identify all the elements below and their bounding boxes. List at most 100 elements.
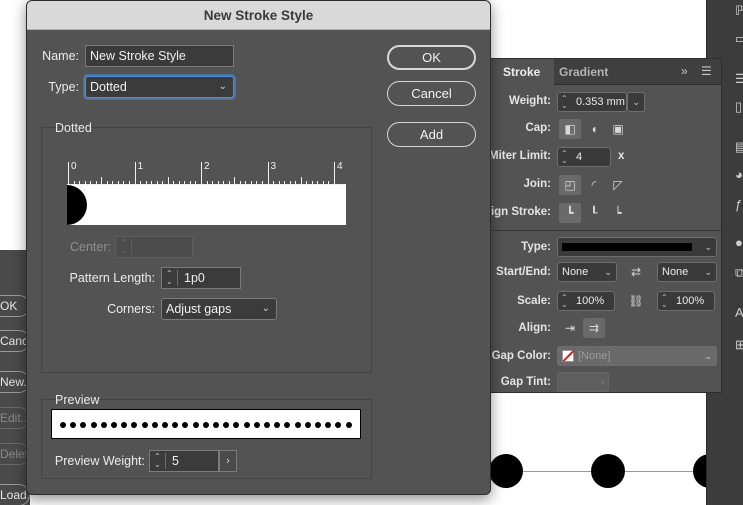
character-icon[interactable]: ▭ (735, 32, 743, 46)
scale-end-input[interactable]: ⌃ ⌄ 100% (657, 291, 715, 311)
dialog-title: New Stroke Style (27, 1, 490, 30)
preview-dot (223, 422, 230, 428)
pattern-length-input[interactable]: ⌃ ⌄ 1p0 (161, 267, 241, 289)
scale-start-input[interactable]: ⌃ ⌄ 100% (557, 291, 615, 311)
ruler-tick (167, 177, 169, 185)
preview-dot (253, 422, 260, 428)
align-inside-button[interactable]: ┖ (583, 203, 605, 223)
preview-dot (90, 422, 97, 428)
stroke-panel-icon[interactable]: ☰ (735, 72, 743, 86)
swap-arrows-icon[interactable]: ⇄ (625, 262, 647, 282)
miter-join-button[interactable]: ◰ (559, 175, 581, 195)
type-label: Type: (48, 80, 79, 94)
preview-dot (202, 422, 209, 428)
preview-dot (131, 422, 138, 428)
chevron-down-icon: ⌄ (704, 351, 712, 361)
weight-input[interactable]: ⌃ ⌄ 0.353 mm (557, 92, 627, 112)
align-arrow-outside-button[interactable]: ⇉ (583, 318, 605, 338)
align-outside-button[interactable]: ┕ (607, 203, 629, 223)
chevron-down-icon: ⌄ (704, 267, 712, 277)
preview-dot (274, 422, 281, 428)
name-input[interactable]: New Stroke Style (85, 45, 234, 67)
ruler-number: 2 (204, 161, 210, 172)
paragraph-icon[interactable]: ℙ (735, 4, 743, 18)
start-dropdown[interactable]: None ⌄ (557, 262, 617, 282)
preview-weight-step-button[interactable]: › (219, 450, 237, 472)
round-join-button[interactable]: ◜ (583, 175, 605, 195)
type-select[interactable]: Dotted ⌄ (85, 76, 234, 98)
panel-menu-icon[interactable]: ☰ (701, 64, 712, 78)
ruler-tick (68, 162, 69, 185)
function-icon[interactable]: ƒ (735, 198, 743, 212)
preview-dot (192, 422, 199, 428)
cancel-button[interactable]: Cancel (387, 81, 476, 106)
preview-dots (60, 422, 352, 428)
projecting-cap-button[interactable]: ▣ (607, 119, 629, 139)
preview-dot (60, 422, 66, 428)
ruler-number: 3 (270, 161, 277, 172)
library-icon[interactable]: ⊞ (735, 338, 743, 352)
preview-weight-label: Preview Weight: (54, 454, 145, 468)
none-swatch-icon (562, 349, 575, 363)
ruler-tick (134, 162, 136, 185)
weight-dropdown[interactable]: ⌄ (627, 92, 645, 112)
preview-dot (213, 422, 219, 428)
corners-label: Corners: (107, 302, 155, 316)
preview-dot (294, 422, 301, 428)
preview-dot (243, 422, 250, 428)
swatches-icon[interactable]: ◕ (735, 168, 743, 182)
align-arrow-inside-button[interactable]: ⇥ (559, 318, 581, 338)
end-dropdown[interactable]: None ⌄ (657, 262, 717, 282)
layers-icon[interactable]: ▤ (735, 140, 743, 154)
pattern-dot[interactable] (67, 185, 87, 225)
weight-spinner-icon[interactable]: ⌃ ⌄ (561, 95, 571, 110)
miter-limit-input[interactable]: ⌃ ⌄ 4 (557, 147, 611, 167)
stroke-type-dropdown[interactable]: ⌄ (557, 237, 717, 257)
links-icon[interactable]: ⧉ (735, 266, 743, 280)
ok-button[interactable]: OK (387, 45, 476, 70)
preview-dot (182, 422, 189, 428)
preview-dot (284, 422, 291, 428)
align-center-button[interactable]: ┗ (559, 203, 581, 223)
bullet-icon[interactable]: ● (735, 236, 743, 250)
canvas-dot (489, 454, 523, 488)
miter-spinner-icon[interactable]: ⌃ ⌄ (561, 150, 571, 165)
tab-stroke[interactable]: Stroke (489, 59, 554, 85)
round-cap-button[interactable]: ◖ (583, 119, 605, 139)
pattern-ruler[interactable]: 0 1 2 3 4 (67, 161, 346, 185)
preview-dot (141, 422, 148, 428)
preview-dot (70, 422, 77, 428)
spinner-icon[interactable]: ⌃ ⌄ (154, 453, 166, 469)
miter-unit: x (618, 150, 625, 162)
gap-tint-input[interactable]: › (557, 372, 609, 392)
add-button[interactable]: Add (387, 122, 476, 147)
chevron-right-icon: › (226, 455, 230, 467)
pattern-preview-box[interactable] (67, 185, 346, 225)
scale-end-spinner-icon[interactable]: ⌃ ⌄ (661, 294, 671, 309)
name-label: Name: (42, 49, 79, 63)
bevel-join-button[interactable]: ◸ (607, 175, 629, 195)
corners-select[interactable]: Adjust gaps ⌄ (161, 298, 277, 320)
collapse-icon[interactable]: » (681, 64, 688, 78)
preview-dot (111, 422, 117, 428)
panel-divider (485, 230, 721, 231)
gap-color-dropdown[interactable]: [None] ⌄ (557, 346, 717, 366)
center-input: ⌃ ⌄ (115, 236, 193, 258)
chevron-down-icon: ⌄ (218, 81, 227, 92)
pages-icon[interactable]: ▯ (735, 100, 743, 114)
ruler-tick (334, 162, 335, 185)
preview-dot (162, 422, 168, 428)
ruler-number: 1 (137, 161, 144, 172)
scale-start-spinner-icon[interactable]: ⌃ ⌄ (561, 294, 571, 309)
butt-cap-button[interactable]: ◧ (559, 119, 581, 139)
text-icon[interactable]: A (735, 306, 743, 320)
preview-dot (172, 422, 179, 428)
link-scale-icon[interactable]: ⛓ (625, 291, 647, 311)
preview-weight-input[interactable]: ⌃ ⌄ 5 (149, 450, 219, 472)
stroke-panel-tabs: Stroke Gradient » ☰ (485, 59, 721, 85)
spinner-icon[interactable]: ⌃ ⌄ (166, 270, 178, 286)
tab-gradient[interactable]: Gradient (559, 59, 608, 85)
pattern-length-label: Pattern Length: (69, 271, 155, 285)
ruler-tick (267, 162, 269, 185)
preview-dot (335, 422, 342, 428)
